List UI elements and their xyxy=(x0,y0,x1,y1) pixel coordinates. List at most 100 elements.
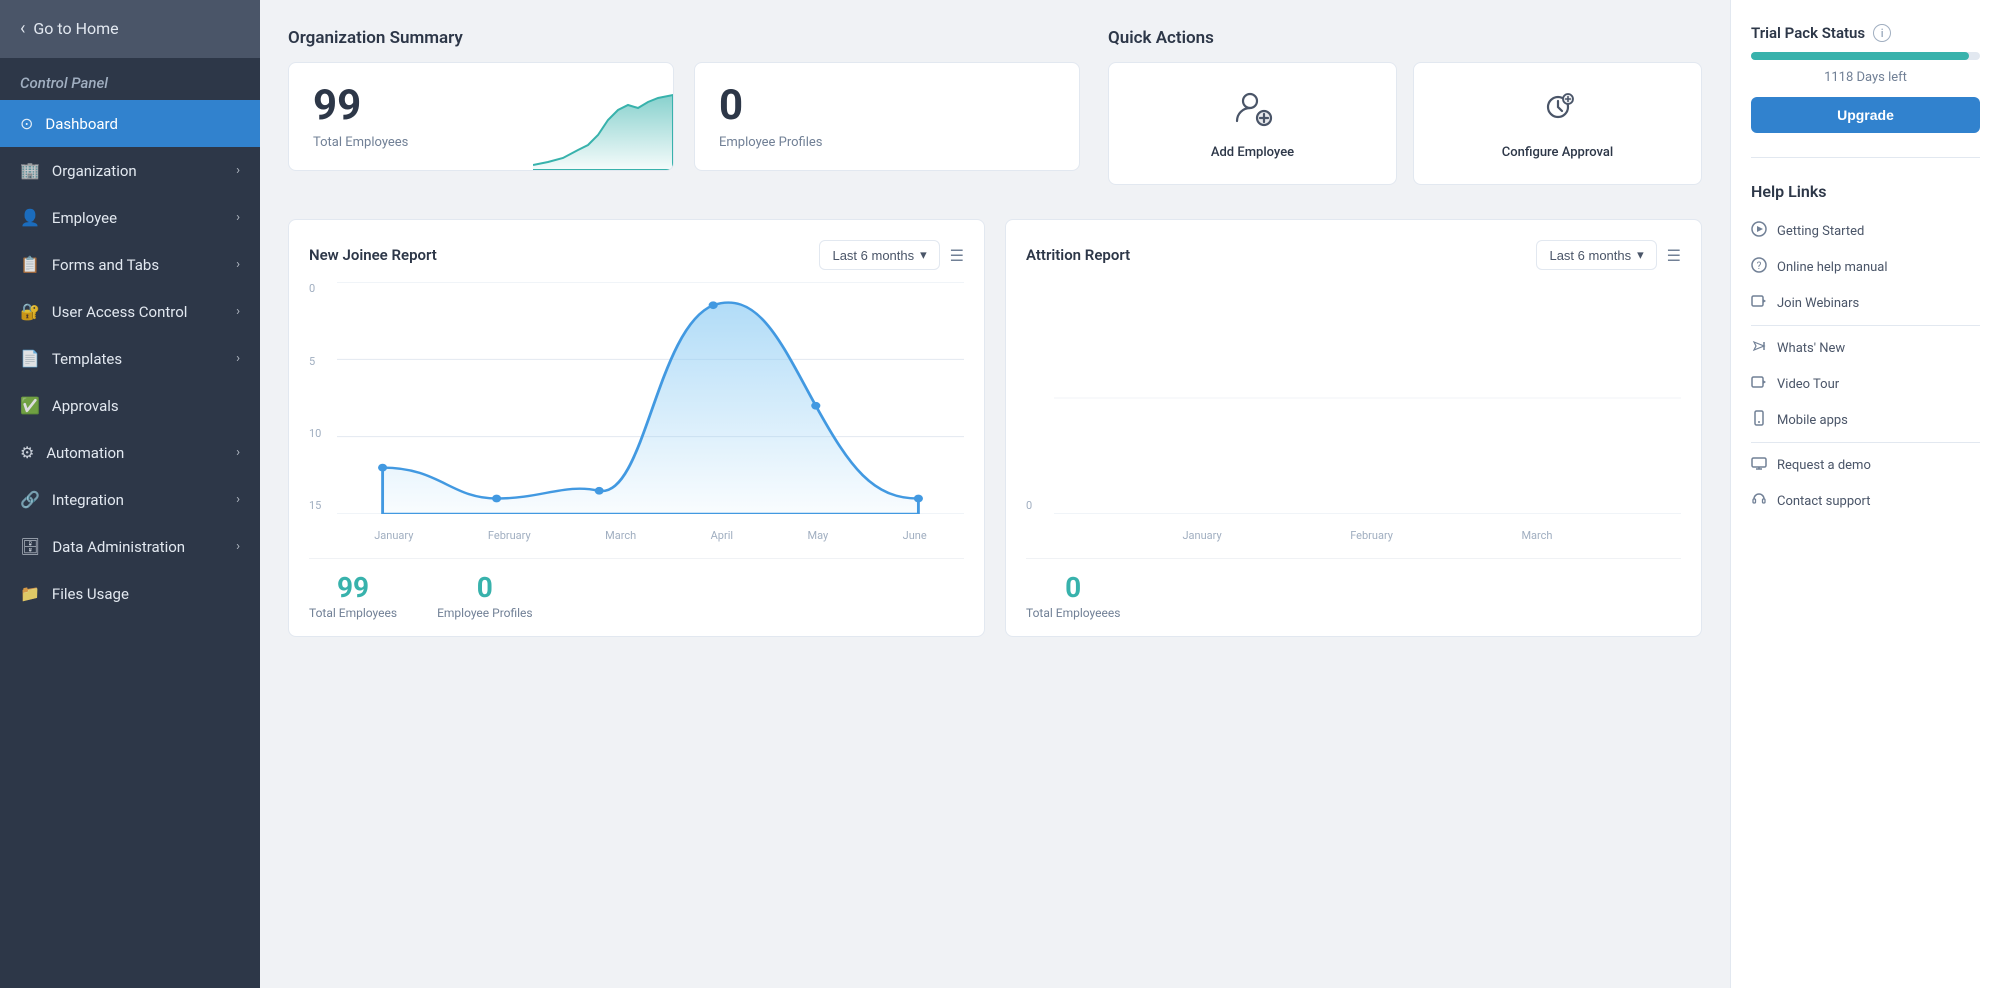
new-joinee-total-label: Total Employees xyxy=(309,606,397,620)
attrition-total-number: 0 xyxy=(1065,571,1081,604)
upgrade-button[interactable]: Upgrade xyxy=(1751,97,1980,133)
attrition-chart xyxy=(1054,282,1681,514)
go-to-home-label: Go to Home xyxy=(33,19,118,38)
sidebar-item-templates[interactable]: 📄 Templates › xyxy=(0,335,260,382)
add-employee-card[interactable]: Add Employee xyxy=(1108,62,1397,185)
sparkline-chart xyxy=(533,90,673,170)
nav-item-left-employee: 👤 Employee xyxy=(20,208,117,227)
forms-and-tabs-icon: 📋 xyxy=(20,255,40,274)
employee-icon: 👤 xyxy=(20,208,40,227)
nav-item-left-forms-and-tabs: 📋 Forms and Tabs xyxy=(20,255,159,274)
filter-chevron-icon: ▾ xyxy=(920,247,927,263)
attrition-menu-icon[interactable]: ☰ xyxy=(1667,246,1681,265)
request-demo-label: Request a demo xyxy=(1777,458,1871,473)
control-panel-label: Control Panel xyxy=(0,58,260,100)
configure-approval-card[interactable]: Configure Approval xyxy=(1413,62,1702,185)
trial-progress-bar-fill xyxy=(1751,52,1969,60)
nav-item-left-integration: 🔗 Integration xyxy=(20,490,124,509)
sidebar-item-files-usage[interactable]: 📁 Files Usage xyxy=(0,570,260,617)
trial-progress-bar-bg xyxy=(1751,52,1980,60)
mobile-apps-icon xyxy=(1751,410,1767,430)
trial-pack-title: Trial Pack Status i xyxy=(1751,24,1980,42)
automation-icon: ⚙ xyxy=(20,443,34,462)
attrition-y-axis: 0 xyxy=(1026,282,1054,512)
templates-icon: 📄 xyxy=(20,349,40,368)
sidebar-item-organization[interactable]: 🏢 Organization › xyxy=(0,147,260,194)
nav-item-left-templates: 📄 Templates xyxy=(20,349,122,368)
new-joinee-menu-icon[interactable]: ☰ xyxy=(950,246,964,265)
help-links-section: Help Links Getting Started ? Online help… xyxy=(1751,182,1980,519)
right-panel: Trial Pack Status i 1118 Days left Upgra… xyxy=(1730,0,2000,988)
attrition-report-footer: 0 Total Employeees xyxy=(1026,558,1681,620)
nav-list: ⊙ Dashboard 🏢 Organization › 👤 Employee … xyxy=(0,100,260,617)
divider-1 xyxy=(1751,157,1980,158)
new-joinee-y-axis: 151050 xyxy=(309,282,337,512)
go-to-home-button[interactable]: ‹ Go to Home xyxy=(0,0,260,58)
join-webinars-icon xyxy=(1751,293,1767,313)
sidebar-item-dashboard[interactable]: ⊙ Dashboard xyxy=(0,100,260,147)
online-help-manual-label: Online help manual xyxy=(1777,260,1888,275)
data-administration-chevron: › xyxy=(236,539,240,554)
join-webinars-label: Join Webinars xyxy=(1777,296,1859,311)
new-joinee-report-footer: 99 Total Employees 0 Employee Profiles xyxy=(309,558,964,620)
video-tour-icon xyxy=(1751,374,1767,394)
help-link-mobile-apps[interactable]: Mobile apps xyxy=(1751,402,1980,438)
user-access-control-icon: 🔐 xyxy=(20,302,40,321)
add-employee-icon xyxy=(1233,87,1273,135)
contact-support-label: Contact support xyxy=(1777,494,1871,509)
nav-item-left-automation: ⚙ Automation xyxy=(20,443,124,462)
data-administration-icon: 🗄 xyxy=(20,537,40,556)
help-link-online-help-manual[interactable]: ? Online help manual xyxy=(1751,249,1980,285)
sidebar-item-forms-and-tabs[interactable]: 📋 Forms and Tabs › xyxy=(0,241,260,288)
attrition-chart-area: 0 JanuaryFebruaryMarch xyxy=(1026,282,1681,542)
templates-label: Templates xyxy=(52,350,122,368)
help-link-whats-new[interactable]: Whats' New xyxy=(1751,330,1980,366)
files-usage-label: Files Usage xyxy=(52,585,129,603)
sidebar-item-employee[interactable]: 👤 Employee › xyxy=(0,194,260,241)
help-link-request-demo[interactable]: Request a demo xyxy=(1751,447,1980,483)
new-joinee-profiles-stat: 0 Employee Profiles xyxy=(437,571,533,620)
help-link-join-webinars[interactable]: Join Webinars xyxy=(1751,285,1980,321)
configure-approval-label: Configure Approval xyxy=(1502,145,1613,160)
online-help-manual-icon: ? xyxy=(1751,257,1767,277)
forms-and-tabs-chevron: › xyxy=(236,257,240,272)
templates-chevron: › xyxy=(236,351,240,366)
sidebar-item-user-access-control[interactable]: 🔐 User Access Control › xyxy=(0,288,260,335)
new-joinee-profiles-label: Employee Profiles xyxy=(437,606,533,620)
total-employees-card: 99 Total Employees xyxy=(288,62,674,171)
attrition-filter-button[interactable]: Last 6 months ▾ xyxy=(1536,240,1656,270)
help-link-contact-support[interactable]: Contact support xyxy=(1751,483,1980,519)
quick-actions-title: Quick Actions xyxy=(1108,28,1702,48)
automation-label: Automation xyxy=(46,444,124,462)
attrition-report-card: Attrition Report Last 6 months ▾ ☰ 0 xyxy=(1005,219,1702,637)
employee-profiles-label: Employee Profiles xyxy=(719,135,1055,150)
approvals-icon: ✅ xyxy=(20,396,40,415)
info-icon: i xyxy=(1873,24,1891,42)
sidebar: ‹ Go to Home Control Panel ⊙ Dashboard 🏢… xyxy=(0,0,260,988)
dashboard-label: Dashboard xyxy=(45,115,118,133)
new-joinee-report-header: New Joinee Report Last 6 months ▾ ☰ xyxy=(309,240,964,270)
days-left-label: 1118 Days left xyxy=(1751,70,1980,85)
new-joinee-filter-button[interactable]: Last 6 months ▾ xyxy=(819,240,939,270)
configure-approval-icon xyxy=(1538,87,1578,135)
reports-row: New Joinee Report Last 6 months ▾ ☰ 1510… xyxy=(288,219,1702,637)
help-link-video-tour[interactable]: Video Tour xyxy=(1751,366,1980,402)
new-joinee-chart-area: 151050 xyxy=(309,282,964,542)
approvals-label: Approvals xyxy=(52,397,119,415)
sidebar-item-approvals[interactable]: ✅ Approvals xyxy=(0,382,260,429)
contact-support-icon xyxy=(1751,491,1767,511)
getting-started-label: Getting Started xyxy=(1777,224,1864,239)
request-demo-icon xyxy=(1751,455,1767,475)
user-access-control-chevron: › xyxy=(236,304,240,319)
sidebar-item-automation[interactable]: ⚙ Automation › xyxy=(0,429,260,476)
integration-chevron: › xyxy=(236,492,240,507)
mobile-apps-label: Mobile apps xyxy=(1777,413,1848,428)
attrition-report-header: Attrition Report Last 6 months ▾ ☰ xyxy=(1026,240,1681,270)
sidebar-item-data-administration[interactable]: 🗄 Data Administration › xyxy=(0,523,260,570)
sidebar-item-integration[interactable]: 🔗 Integration › xyxy=(0,476,260,523)
organization-icon: 🏢 xyxy=(20,161,40,180)
new-joinee-total-employees-stat: 99 Total Employees xyxy=(309,571,397,620)
help-link-getting-started[interactable]: Getting Started xyxy=(1751,213,1980,249)
nav-item-left-user-access-control: 🔐 User Access Control xyxy=(20,302,187,321)
employee-profiles-card: 0 Employee Profiles xyxy=(694,62,1080,171)
